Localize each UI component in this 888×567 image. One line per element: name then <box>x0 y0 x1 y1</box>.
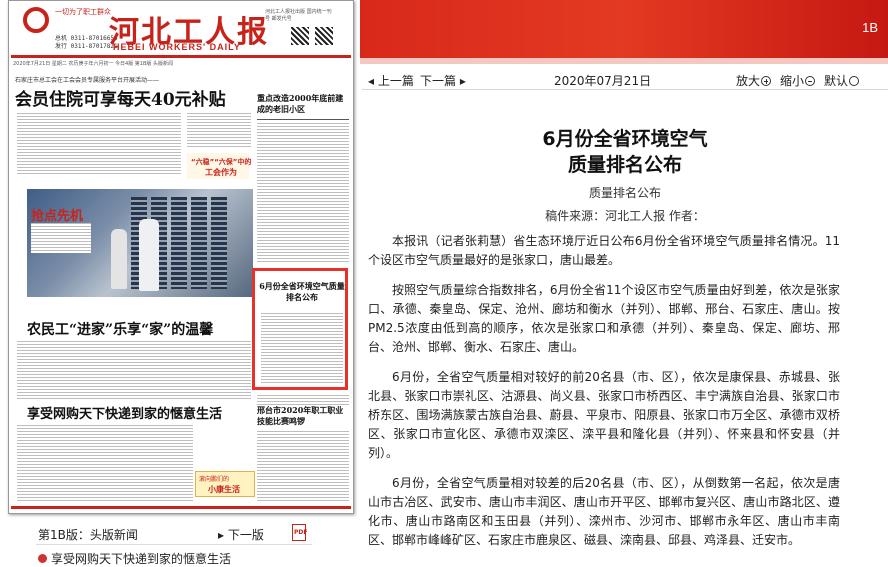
paper-text-block <box>31 223 91 253</box>
zoom-default-icon <box>849 76 860 86</box>
paper-info: 河北工人报社出版 国内统一刊号 邮发代号 <box>265 9 332 22</box>
zoom-out-icon <box>805 76 816 86</box>
article-paragraph: 6月份，全省空气质量相对较好的前20名县（市、区），依次是康保县、赤城县、张北县… <box>368 370 840 460</box>
article-meta: 稿件来源：河北工人报 作者： <box>545 209 705 223</box>
next-article-link[interactable]: 下一篇 ▸ <box>420 72 466 89</box>
paper-motto: 一切为了职工群众 <box>55 8 111 16</box>
article-date: 2020年07月21日 <box>554 74 652 88</box>
article-content: 6月份全省环境空气 质量排名公布 质量排名公布 稿件来源：河北工人报 作者： 本… <box>362 90 888 564</box>
paper-feature-label: “六稳”“六保”中的 <box>191 158 252 166</box>
highlight-title: 6月份全省环境空气质量排名公布 <box>259 281 345 302</box>
zoom-out-button[interactable]: 缩小 <box>780 72 816 89</box>
left-panel: 一切为了职工群众 总机 0311-87016656 发行 0311-870178… <box>0 0 360 567</box>
article-title-line-1: 6月份全省环境空气 <box>542 128 708 150</box>
paper-ad-line2: 小康生活 <box>208 485 240 494</box>
article-paragraph: 6月份，全省空气质量相对较差的后20名县（市、区），从倒数第一名起，依次是唐山市… <box>368 476 840 547</box>
article-title-line-2: 质量排名公布 <box>567 154 682 176</box>
paper-text-block <box>261 313 343 383</box>
zoom-default-button[interactable]: 默认 <box>824 72 860 89</box>
zoom-out-label: 缩小 <box>780 74 805 88</box>
article-title: 6月份全省环境空气 质量排名公布 <box>362 126 888 178</box>
article-paragraph: 按照空气质量综合指数排名，6月份全省11个设区市空气质量由好到差，依次是张家口、… <box>368 283 840 354</box>
next-article-label: 下一篇 <box>420 74 457 88</box>
photo-rack <box>171 197 187 289</box>
zoom-default-label: 默认 <box>824 74 849 88</box>
paper-right-headline-2[interactable]: 邢台市2020年职工职业技能比赛鸣锣 <box>257 405 349 427</box>
article-body: 本报讯（记者张莉慧）省生态环境厅近日公布6月份全省环境空气质量排名情况。11个设… <box>368 232 840 561</box>
paper-feature-label-2: 工会作为 <box>205 167 237 177</box>
paper-red-rule <box>11 55 351 58</box>
paper-headline-main[interactable]: 会员住院可享每天40元补贴 <box>15 85 226 110</box>
article-toolbar: ◂ 上一篇 下一篇 ▸ 2020年07月21日 放大 缩小 默认 <box>362 70 888 90</box>
paper-text-block <box>17 425 193 503</box>
paper-text-block <box>17 113 181 175</box>
paper-footer-rule <box>11 506 351 509</box>
edition-nav: 第1B版：头版新闻 ▸ 下一版 PDF <box>28 524 318 545</box>
paper-masthead: 一切为了职工群众 总机 0311-87016656 发行 0311-870178… <box>9 1 353 53</box>
next-edition-label: 下一版 <box>227 528 264 542</box>
paper-ad-line1: 滚向鹏们的 <box>199 476 230 483</box>
paper-logo-icon <box>23 7 49 33</box>
bullet-icon <box>38 554 47 563</box>
photo-person <box>111 229 127 289</box>
paper-rule <box>257 119 349 120</box>
zoom-in-label: 放大 <box>736 74 761 88</box>
edition-label[interactable]: 第1B版：头版新闻 <box>38 526 138 543</box>
newspaper-page-thumbnail[interactable]: 一切为了职工群众 总机 0311-87016656 发行 0311-870178… <box>8 0 354 514</box>
prev-article-link[interactable]: ◂ 上一篇 <box>368 72 414 89</box>
prev-article-label: 上一篇 <box>377 74 414 88</box>
paper-subtitle: HEBEI WORKERS' DAILY <box>113 42 241 52</box>
qr-code-icon <box>315 27 333 45</box>
article-list-item[interactable]: 享受网购天下快递到家的惬意生活 <box>38 550 231 567</box>
nav-divider <box>36 544 312 545</box>
photo-person <box>139 219 159 291</box>
page-number: 1B <box>862 20 878 35</box>
paper-headline-4[interactable]: 享受网购天下快递到家的惬意生活 <box>27 403 222 422</box>
next-edition-link[interactable]: ▸ 下一版 <box>218 526 264 543</box>
paper-text-block <box>257 395 349 405</box>
paper-photo-label: 抢点先机 <box>31 209 84 224</box>
qr-code-icon <box>291 27 309 45</box>
photo-rack <box>211 197 227 289</box>
selected-article-highlight[interactable]: 6月份全省环境空气质量排名公布 <box>252 268 348 390</box>
paper-text-block <box>257 123 349 263</box>
paper-text-block <box>17 341 251 399</box>
paper-kicker: 石家庄市总工会在工会会员专属服务平台开展活动—— <box>15 77 160 84</box>
paper-headline-3[interactable]: 农民工“进家”乐享“家”的温馨 <box>27 319 213 339</box>
photo-rack <box>191 197 207 289</box>
zoom-in-button[interactable]: 放大 <box>736 72 772 89</box>
paper-dateline: 2020年7月21日 星期二 农历庚子年六月初一 今日4版 第1B版 头版新闻 <box>13 61 174 67</box>
paper-ad: 滚向鹏们的 小康生活 <box>195 471 255 497</box>
article-paragraph: 本报讯（记者张莉慧）省生态环境厅近日公布6月份全省环境空气质量排名情况。11个设… <box>368 234 840 267</box>
paper-text-block <box>187 113 251 149</box>
pdf-icon[interactable]: PDF <box>292 524 307 541</box>
article-subtitle: 质量排名公布 <box>588 186 661 200</box>
paper-text-block <box>257 431 349 503</box>
paper-right-headline[interactable]: 重点改造2000年底前建成的老旧小区 <box>257 93 349 115</box>
zoom-in-icon <box>761 76 772 86</box>
